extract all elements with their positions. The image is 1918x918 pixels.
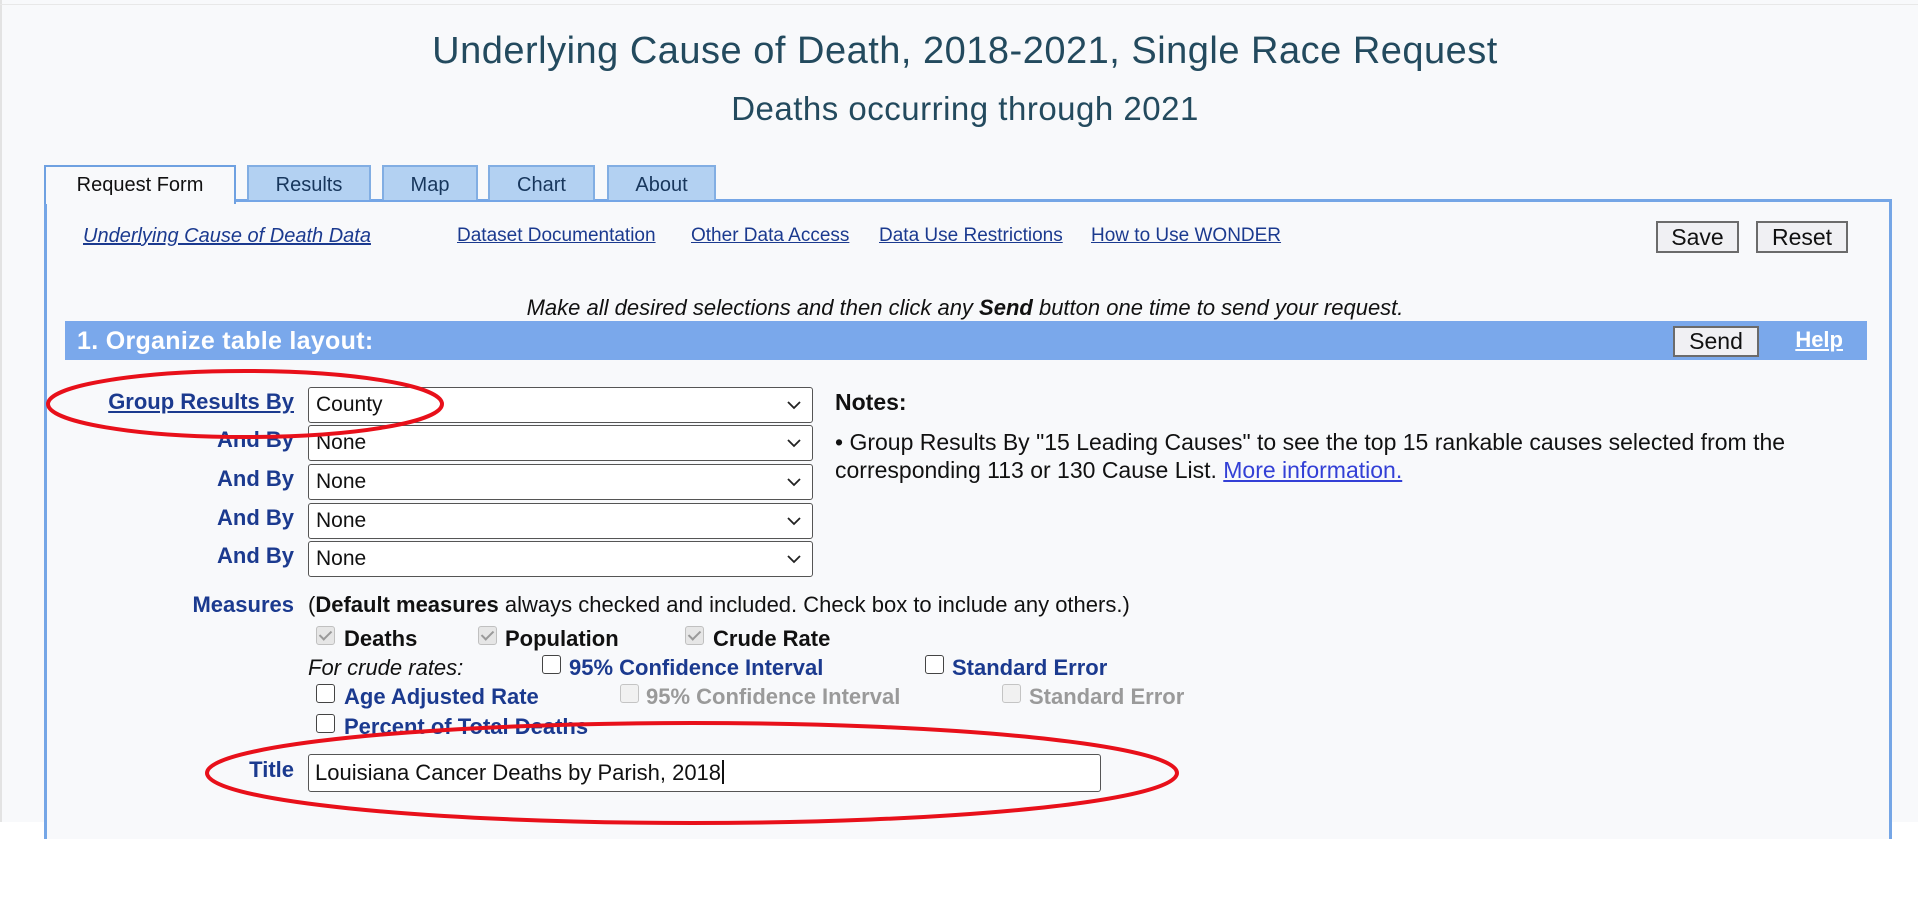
title-label: Title: [249, 757, 294, 782]
deaths-label: Deaths: [344, 626, 418, 651]
group-by-select-1[interactable]: County: [308, 387, 813, 423]
title-input[interactable]: Louisiana Cancer Deaths by Parish, 2018: [308, 754, 1101, 792]
tab-results[interactable]: Results: [247, 165, 371, 200]
crude-rates-label: For crude rates:: [308, 655, 464, 680]
section-title: 1. Organize table layout:: [77, 327, 374, 355]
notes-title: Notes:: [835, 389, 907, 415]
data-use-restrictions-link[interactable]: Data Use Restrictions: [879, 225, 1063, 247]
tab-chart[interactable]: Chart: [488, 165, 595, 200]
and-by-label-2: And By: [217, 466, 294, 491]
crude-rate-checkbox: [685, 626, 704, 645]
documentation-link[interactable]: Dataset Documentation: [457, 225, 656, 247]
crude-ci-checkbox[interactable]: [542, 655, 561, 674]
and-by-select-2-value: None: [316, 470, 367, 493]
and-by-select-3[interactable]: None: [308, 503, 813, 539]
and-by-label-3: And By: [217, 505, 294, 530]
chevron-down-icon: [787, 517, 801, 526]
group-results-by-label[interactable]: Group Results By: [108, 389, 294, 415]
chevron-down-icon: [787, 401, 801, 410]
tab-map[interactable]: Map: [382, 165, 478, 200]
title-input-value: Louisiana Cancer Deaths by Parish, 2018: [315, 760, 722, 785]
instruction-send-word: Send: [979, 295, 1033, 320]
other-data-access-link[interactable]: Other Data Access: [691, 225, 849, 247]
age-adjusted-ci-checkbox: [620, 684, 639, 703]
and-by-select-4-value: None: [316, 547, 367, 570]
more-information-link[interactable]: More information.: [1223, 457, 1402, 483]
and-by-label-4: And By: [217, 543, 294, 568]
reset-button[interactable]: Reset: [1756, 221, 1848, 253]
and-by-select-4[interactable]: None: [308, 541, 813, 577]
how-to-use-link[interactable]: How to Use WONDER: [1091, 225, 1281, 247]
group-by-select-1-value: County: [316, 393, 383, 416]
age-adjusted-se-label: Standard Error: [1029, 684, 1185, 709]
tab-about[interactable]: About: [607, 165, 716, 200]
help-link[interactable]: Help: [1795, 327, 1843, 353]
and-by-select-3-value: None: [316, 509, 367, 532]
crude-ci-label[interactable]: 95% Confidence Interval: [569, 655, 823, 681]
page-title: Underlying Cause of Death, 2018-2021, Si…: [432, 30, 1498, 72]
send-button[interactable]: Send: [1673, 326, 1759, 357]
population-checkbox: [478, 626, 497, 645]
notes-text: • Group Results By "15 Leading Causes" t…: [835, 429, 1786, 483]
chevron-down-icon: [787, 478, 801, 487]
crude-se-checkbox[interactable]: [925, 655, 944, 674]
age-adjusted-rate-label[interactable]: Age Adjusted Rate: [344, 684, 539, 710]
dataset-link[interactable]: Underlying Cause of Death Data: [83, 225, 371, 248]
section-header: 1. Organize table layout: Send Help: [65, 321, 1867, 360]
chevron-down-icon: [787, 555, 801, 564]
age-adjusted-se-checkbox: [1002, 684, 1021, 703]
population-label: Population: [505, 626, 619, 651]
percent-total-deaths-label[interactable]: Percent of Total Deaths: [344, 714, 588, 740]
and-by-select-1-value: None: [316, 431, 367, 454]
measures-description: (Default measures always checked and inc…: [308, 592, 1130, 617]
crude-rate-label: Crude Rate: [713, 626, 831, 651]
and-by-select-2[interactable]: None: [308, 464, 813, 500]
measures-label: Measures: [192, 592, 294, 617]
page-subtitle: Deaths occurring through 2021: [731, 90, 1199, 127]
deaths-checkbox: [316, 626, 335, 645]
save-button[interactable]: Save: [1656, 221, 1739, 253]
text-caret: [722, 760, 724, 784]
and-by-select-1[interactable]: None: [308, 425, 813, 461]
percent-total-deaths-checkbox[interactable]: [316, 714, 335, 733]
crude-se-label[interactable]: Standard Error: [952, 655, 1107, 681]
top-divider: [0, 4, 1918, 5]
age-adjusted-ci-label: 95% Confidence Interval: [646, 684, 901, 709]
and-by-label-1: And By: [217, 427, 294, 452]
age-adjusted-rate-checkbox[interactable]: [316, 684, 335, 703]
tab-request-form[interactable]: Request Form: [44, 165, 236, 204]
instruction-text: Make all desired selections and then cli…: [526, 295, 1404, 320]
chevron-down-icon: [787, 439, 801, 448]
